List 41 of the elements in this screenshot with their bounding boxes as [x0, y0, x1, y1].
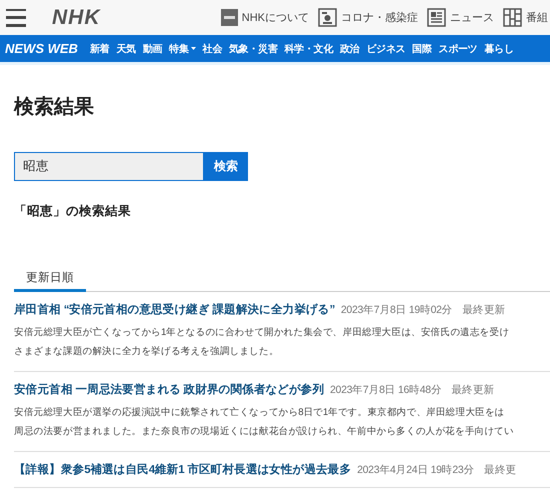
nhk-logo[interactable]: NHK	[52, 6, 100, 30]
update-label: 最終更新	[462, 303, 506, 317]
nav-link[interactable]: 政治	[340, 42, 360, 56]
news-web-logo[interactable]: NEWS WEB	[5, 41, 78, 56]
nav-link[interactable]: 動画	[142, 42, 162, 56]
header-link[interactable]: コロナ・感染症	[318, 8, 418, 27]
sort-tab[interactable]: 更新日順	[14, 270, 86, 292]
header-link[interactable]: NHKについて	[220, 8, 309, 27]
nav-link[interactable]: 社会	[202, 42, 222, 56]
nav-link[interactable]: 科学・文化	[284, 42, 334, 56]
nav-link[interactable]: スポーツ	[438, 42, 478, 56]
search-button[interactable]: 検索	[204, 152, 248, 181]
article-link[interactable]: 岸田首相 “安倍元首相の意思受け継ぎ 課題解決に全力挙げる”	[14, 302, 335, 317]
virus-sign-icon	[318, 8, 337, 27]
update-label: 最終更新	[452, 383, 494, 397]
nav-link[interactable]: 特集	[169, 42, 196, 56]
article-link[interactable]: 安倍元首相 一周忌法要営まれる 政財界の関係者などが参列	[14, 382, 324, 397]
nav-link[interactable]: 新着	[90, 42, 110, 56]
newspaper-icon	[427, 8, 446, 27]
results-heading: 「昭恵」の検索結果	[14, 203, 132, 220]
header-link[interactable]: 番組	[503, 8, 548, 27]
nav-link[interactable]: 天気	[116, 42, 136, 56]
article-summary-line: 安倍元総理大臣が亡くなってから1年となるのに合わせて開かれた集会で、岸田総理大臣は、安倍氏の遺志を受け	[14, 326, 510, 340]
update-label: 最終更	[484, 463, 516, 477]
article-summary-line: 周忌の法要が営まれました。また奈良市の現場近くには献花台が設けられ、午前中から多くの人が花を手向けてい	[14, 425, 515, 439]
article-date: 2023年7月8日 19時02分	[340, 303, 452, 317]
nav-link[interactable]: ビジネス	[366, 42, 406, 56]
nav-link[interactable]: 気象・災害	[228, 42, 278, 56]
menu-icon[interactable]	[6, 8, 26, 26]
article-summary-line: 安倍元総理大臣が選挙の応援演説中に銃撃されて亡くなってから8日で1年です。東京都内で、岸田総理大臣をは	[14, 406, 506, 420]
nav-link[interactable]: 国際	[412, 42, 432, 56]
page-title: 検索結果	[14, 95, 95, 120]
article-date: 2023年7月8日 16時48分	[330, 383, 442, 397]
search-field[interactable]: 昭恵	[14, 152, 204, 181]
nhk-square-icon	[220, 9, 238, 26]
header-link[interactable]: ニュース	[427, 8, 494, 27]
article-summary-line: さまざまな課題の解決に全力を挙げる考えを強調しました。	[14, 345, 280, 359]
article-date: 2023年4月24日 19時23分	[357, 463, 474, 477]
grid-icon	[503, 8, 522, 27]
article-link[interactable]: 【詳報】衆参5補選は自民4維新1 市区町村長選は女性が過去最多	[14, 462, 352, 477]
nav-link[interactable]: 暮らし	[484, 42, 514, 56]
